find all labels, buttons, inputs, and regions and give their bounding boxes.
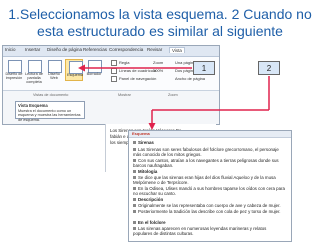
- bullet-icon: [133, 170, 136, 174]
- bullet-icon: [133, 176, 136, 180]
- outline-paragraph-7: Originalmente se las representaba con cu…: [133, 203, 285, 208]
- outline-paragraph-8: Posteriormente la tradición las describe…: [133, 209, 285, 214]
- arrow-1: [78, 64, 192, 72]
- bullet-icon: [133, 187, 136, 191]
- outline-toolbar: Esquema: [129, 131, 291, 138]
- bullet-icon: [133, 159, 136, 163]
- outline-document-screenshot: Esquema Sirenas Las Sirenas son seres fa…: [128, 130, 292, 242]
- outline-paragraph-2: Con sus cantos, atraían a los navegantes…: [133, 158, 279, 169]
- bullet-icon: [133, 227, 136, 231]
- outline-paragraph-6: Descripción: [133, 197, 285, 202]
- outline-paragraph-1: Las Sirenas son seres fabulosos del folc…: [133, 147, 279, 158]
- bullet-icon: [133, 198, 136, 202]
- bullet-icon: [133, 148, 136, 152]
- bullet-icon: [133, 141, 136, 145]
- outline-paragraph-5: En la Odisea, Ulises mandó a sus hombres…: [133, 186, 285, 197]
- outline-paragraph-4: Se dice que las sirenas eran hijas del d…: [133, 175, 276, 186]
- arrow-2: [148, 76, 270, 130]
- bullet-icon: [133, 204, 136, 208]
- bullet-icon: [133, 210, 136, 214]
- outline-toolbar-label: Esquema: [132, 131, 150, 136]
- outline-paragraph-3: Mitología: [133, 169, 285, 174]
- outline-paragraph-10: Las sirenas aparecen en numerosas leyend…: [133, 226, 267, 237]
- outline-heading: Sirenas: [133, 140, 285, 145]
- bullet-icon: [133, 221, 136, 225]
- outline-paragraph-9: En el folclore: [133, 220, 285, 225]
